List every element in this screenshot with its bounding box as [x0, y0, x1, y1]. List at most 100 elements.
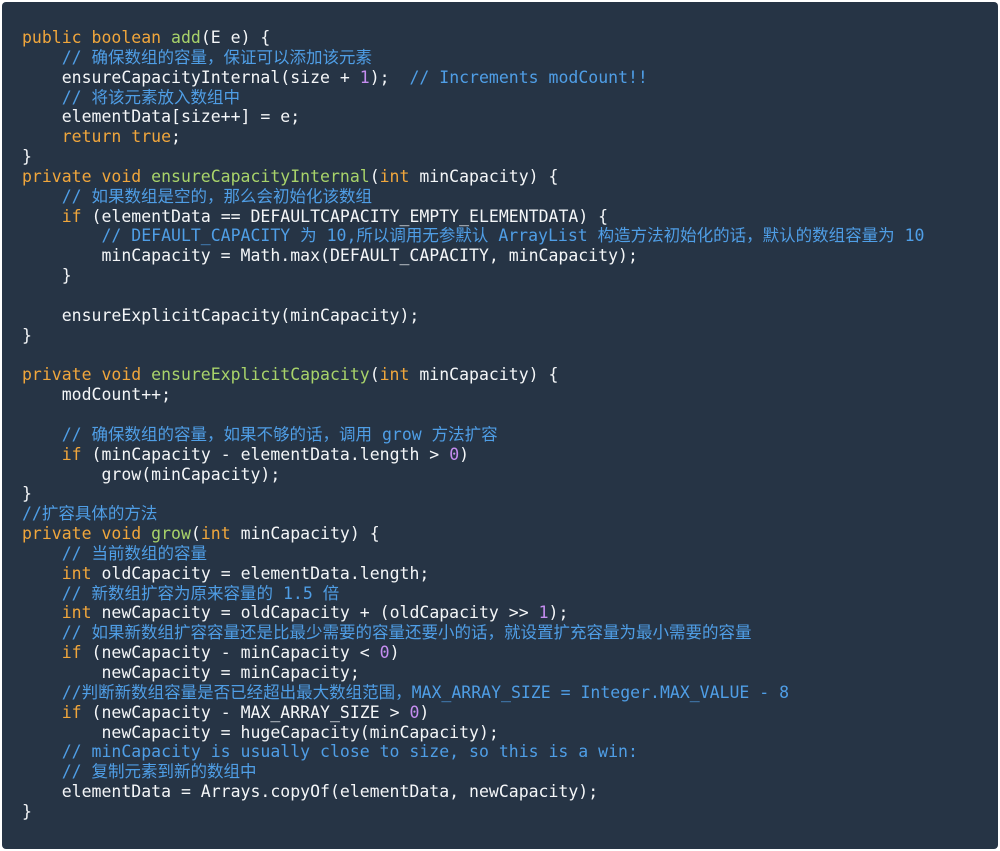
code-token: }: [22, 147, 32, 167]
code-token: );: [369, 67, 410, 87]
code-token: //判断新数组容量是否已经超出最大数组范围，MAX_ARRAY_SIZE = I…: [22, 682, 790, 702]
code-token: minCapacity) {: [409, 166, 559, 186]
code-token: newCapacity = minCapacity;: [22, 663, 360, 682]
code-token: newCapacity = hugeCapacity(minCapacity);: [22, 722, 499, 742]
code-token: int: [61, 563, 92, 583]
code-token: grow: [151, 524, 191, 544]
code-line: // 将该元素放入数组中: [22, 88, 924, 108]
code-token: int: [200, 524, 231, 544]
code-line: newCapacity = hugeCapacity(minCapacity);: [22, 723, 924, 743]
code-token: // 将该元素放入数组中: [22, 87, 241, 107]
code-token: // 如果数组是空的，那么会初始化该数组: [22, 186, 373, 206]
code-line: ensureCapacityInternal(size + 1); // Inc…: [22, 68, 924, 88]
code-token: // 复制元素到新的数组中: [22, 762, 257, 782]
code-token: minCapacity = Math.max(DEFAULT_CAPACITY,…: [22, 246, 638, 266]
code-token: );: [548, 603, 569, 623]
code-token: 0: [449, 444, 460, 464]
code-token: if: [61, 643, 82, 663]
code-token: add: [171, 28, 201, 47]
code-token: (: [369, 166, 380, 186]
code-token: // 当前数组的容量: [22, 543, 208, 563]
code-line: return true;: [22, 127, 924, 147]
code-token: // 新数组扩容为原来容量的 1.5 倍: [22, 583, 340, 603]
code-token: grow(minCapacity);: [22, 464, 281, 484]
code-token: (E e) {: [200, 28, 271, 47]
code-line: if (minCapacity - elementData.length > 0…: [22, 445, 924, 465]
code-line: // 确保数组的容量，保证可以添加该元素: [22, 48, 924, 68]
code-line: //扩容具体的方法: [22, 504, 924, 524]
code-token: 1: [359, 67, 370, 87]
code-token: // 如果新数组扩容容量还是比最少需要的容量还要小的话，就设置扩充容量为最小需要…: [22, 623, 752, 643]
code-token: }: [22, 266, 72, 286]
code-block: public boolean add(E e) { // 确保数组的容量，保证可…: [2, 2, 998, 849]
code-token: 1: [538, 603, 549, 623]
code-line: int oldCapacity = elementData.length;: [22, 564, 924, 584]
code-token: public boolean: [22, 28, 172, 47]
code-line: }: [22, 802, 924, 822]
code-token: 0: [409, 702, 420, 722]
code-token: // Increments modCount!!: [409, 67, 648, 87]
code-line: grow(minCapacity);: [22, 465, 924, 485]
code-line: }: [22, 147, 924, 167]
code-line: modCount++;: [22, 385, 924, 405]
code-token: 0: [379, 643, 390, 663]
code-token: // 确保数组的容量，保证可以添加该元素: [22, 47, 373, 67]
code-token: if: [61, 702, 82, 722]
code-line: }: [22, 484, 924, 504]
code-line: ensureExplicitCapacity(minCapacity);: [22, 306, 924, 326]
code-line: elementData[size++] = e;: [22, 107, 924, 127]
code-token: ensureCapacityInternal: [151, 166, 370, 186]
code-token: if: [61, 444, 82, 464]
code-line: //判断新数组容量是否已经超出最大数组范围，MAX_ARRAY_SIZE = I…: [22, 683, 924, 703]
code-line: // 复制元素到新的数组中: [22, 762, 924, 782]
code-token: }: [22, 325, 32, 345]
code-token: modCount++;: [22, 385, 172, 405]
code-token: (newCapacity - MAX_ARRAY_SIZE >: [81, 702, 410, 722]
code-token: (: [369, 365, 380, 385]
code-token: (elementData == DEFAULTCAPACITY_EMPTY_EL…: [81, 206, 609, 226]
code-token: (: [190, 524, 201, 544]
code-token: private void: [22, 166, 152, 186]
code-line: private void ensureExplicitCapacity(int …: [22, 365, 924, 385]
code-token: ): [419, 702, 430, 722]
code-token: int: [379, 365, 410, 385]
code-token: ;: [171, 127, 181, 147]
code-token: }: [22, 801, 32, 821]
code-token: newCapacity = oldCapacity + (oldCapacity…: [91, 603, 539, 623]
code-line: int newCapacity = oldCapacity + (oldCapa…: [22, 603, 924, 623]
code-line: // DEFAULT_CAPACITY 为 10,所以调用无参默认 ArrayL…: [22, 226, 924, 246]
code-line: // 确保数组的容量，如果不够的话，调用 grow 方法扩容: [22, 425, 924, 445]
code-line: minCapacity = Math.max(DEFAULT_CAPACITY,…: [22, 246, 924, 266]
code-line: // 如果数组是空的，那么会初始化该数组: [22, 187, 924, 207]
code-token: ): [459, 444, 470, 464]
code-token: // minCapacity is usually close to size,…: [22, 742, 638, 762]
code-token: (newCapacity - minCapacity <: [81, 643, 380, 663]
code-line: // 新数组扩容为原来容量的 1.5 倍: [22, 584, 924, 604]
code-line: elementData = Arrays.copyOf(elementData,…: [22, 782, 924, 802]
code-line: // 当前数组的容量: [22, 544, 924, 564]
code-line: private void ensureCapacityInternal(int …: [22, 167, 924, 187]
code-line: if (elementData == DEFAULTCAPACITY_EMPTY…: [22, 207, 924, 227]
code-token: }: [22, 484, 32, 504]
code-line: if (newCapacity - MAX_ARRAY_SIZE > 0): [22, 703, 924, 723]
code-token: ): [389, 643, 400, 663]
code-token: if: [61, 206, 82, 226]
code-token: int: [379, 166, 410, 186]
code-token: minCapacity) {: [409, 365, 559, 385]
code-token: //扩容具体的方法: [22, 504, 158, 524]
code-token: // DEFAULT_CAPACITY 为 10,所以调用无参默认 ArrayL…: [22, 226, 925, 246]
code-token: minCapacity) {: [230, 524, 380, 544]
code-token: int: [61, 603, 92, 623]
code-line: newCapacity = minCapacity;: [22, 663, 924, 683]
code-listing: public boolean add(E e) { // 确保数组的容量，保证可…: [22, 28, 924, 822]
code-line: }: [22, 326, 924, 346]
code-token: ensureExplicitCapacity(minCapacity);: [22, 305, 420, 325]
